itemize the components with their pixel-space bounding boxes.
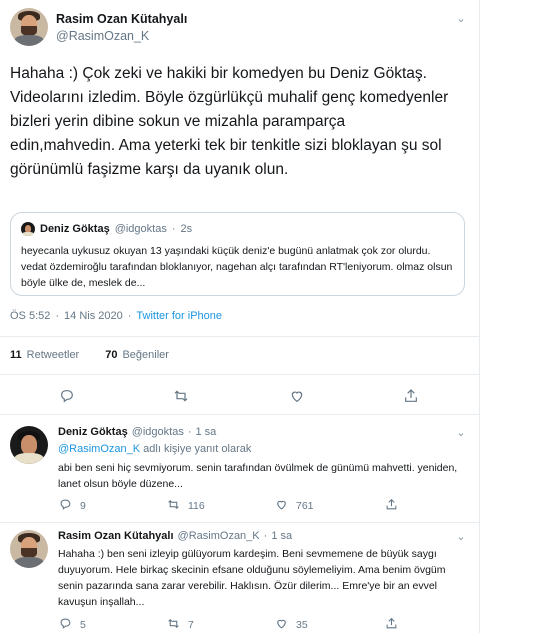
retweet-label[interactable]: Retweetler	[27, 349, 80, 361]
retweet-icon	[166, 617, 180, 633]
like-icon	[274, 617, 288, 633]
share-icon[interactable]	[402, 388, 420, 406]
like-button[interactable]: 35	[274, 617, 308, 633]
reply-button[interactable]: 9	[58, 498, 86, 514]
like-label[interactable]: Beğeniler	[122, 349, 168, 361]
tweet-actions	[0, 384, 480, 410]
divider	[0, 522, 480, 523]
author-handle[interactable]: @RasimOzan_K	[56, 29, 149, 43]
reply-author-name[interactable]: Deniz Göktaş	[58, 426, 128, 438]
retweet-count[interactable]: 11	[10, 349, 22, 361]
author-name[interactable]: Rasim Ozan Kütahyalı	[56, 12, 187, 26]
reply-author-avatar[interactable]	[10, 426, 48, 464]
divider	[0, 414, 480, 415]
divider	[0, 374, 480, 375]
reply-button[interactable]: 5	[58, 617, 86, 633]
tweet-text: Hahaha :) Çok zeki ve hakiki bir komedye…	[10, 65, 449, 178]
replying-to-handle[interactable]: @RasimOzan_K	[58, 443, 140, 455]
reply-tweet[interactable]: Deniz Göktaş @idgoktas · 1 sa ⌄ @RasimOz…	[0, 426, 480, 518]
quoted-author-name: Deniz Göktaş	[40, 223, 110, 235]
like-count: 35	[296, 619, 308, 631]
quoted-author-avatar	[21, 222, 35, 236]
like-button[interactable]: 761	[274, 498, 314, 514]
tweet-source[interactable]: Twitter for iPhone	[136, 310, 222, 322]
tweet-time[interactable]: ÖS 5:52	[10, 310, 50, 322]
share-icon	[384, 617, 398, 633]
divider	[0, 336, 480, 337]
like-count[interactable]: 70	[105, 349, 117, 361]
reply-text: Hahaha :) ben seni izleyip gülüyorum kar…	[58, 548, 446, 608]
replying-to: @RasimOzan_K adlı kişiye yanıt olarak	[58, 443, 251, 455]
reply-actions: 9 116 761	[58, 498, 458, 514]
chevron-down-icon[interactable]: ⌄	[454, 530, 468, 544]
like-count: 761	[296, 500, 314, 512]
quoted-author-handle: @idgoktas	[114, 223, 167, 235]
like-icon[interactable]	[288, 388, 306, 406]
timeline-column: Rasim Ozan Kütahyalı @RasimOzan_K ⌄ Haha…	[0, 0, 480, 633]
retweet-icon[interactable]	[172, 388, 190, 406]
retweet-button[interactable]: 7	[166, 617, 194, 633]
reply-icon[interactable]	[58, 388, 76, 406]
reply-count: 5	[80, 619, 86, 631]
share-button[interactable]	[384, 498, 398, 514]
reply-author-avatar[interactable]	[10, 530, 48, 568]
share-button[interactable]	[384, 617, 398, 633]
retweet-count: 116	[188, 500, 205, 512]
share-icon	[384, 498, 398, 514]
reply-actions: 5 7 35	[58, 617, 458, 633]
tweet-date[interactable]: 14 Nis 2020	[64, 310, 123, 322]
quoted-tweet[interactable]: Deniz Göktaş @idgoktas · 2s heyecanla uy…	[10, 212, 465, 296]
reply-icon	[58, 617, 72, 633]
retweet-button[interactable]: 116	[166, 498, 205, 514]
reply-tweet[interactable]: Rasim Ozan Kütahyalı @RasimOzan_K · 1 sa…	[0, 530, 480, 633]
reply-text: abi ben seni hiç sevmiyorum. senin taraf…	[58, 462, 458, 490]
quoted-text: heyecanla uykusuz okuyan 13 yaşındaki kü…	[21, 245, 453, 289]
reply-author-handle[interactable]: @idgoktas	[132, 426, 184, 438]
quoted-time: 2s	[180, 223, 193, 235]
tweet-stats: 11 Retweetler 70 Beğeniler	[10, 349, 169, 361]
reply-header: Rasim Ozan Kütahyalı @RasimOzan_K · 1 sa	[58, 530, 293, 542]
reply-icon	[58, 498, 72, 514]
reply-author-handle[interactable]: @RasimOzan_K	[178, 530, 260, 542]
retweet-count: 7	[188, 619, 194, 631]
reply-header: Deniz Göktaş @idgoktas · 1 sa	[58, 426, 217, 438]
reply-count: 9	[80, 500, 86, 512]
chevron-down-icon[interactable]: ⌄	[454, 12, 468, 26]
reply-time[interactable]: 1 sa	[196, 426, 217, 438]
author-avatar[interactable]	[10, 8, 48, 46]
chevron-down-icon[interactable]: ⌄	[454, 426, 468, 440]
tweet-meta: ÖS 5:52 · 14 Nis 2020 · Twitter for iPho…	[10, 310, 223, 322]
like-icon	[274, 498, 288, 514]
replying-to-suffix: adlı kişiye yanıt olarak	[143, 443, 252, 455]
reply-author-name[interactable]: Rasim Ozan Kütahyalı	[58, 530, 174, 542]
reply-time[interactable]: 1 sa	[271, 530, 292, 542]
retweet-icon	[166, 498, 180, 514]
